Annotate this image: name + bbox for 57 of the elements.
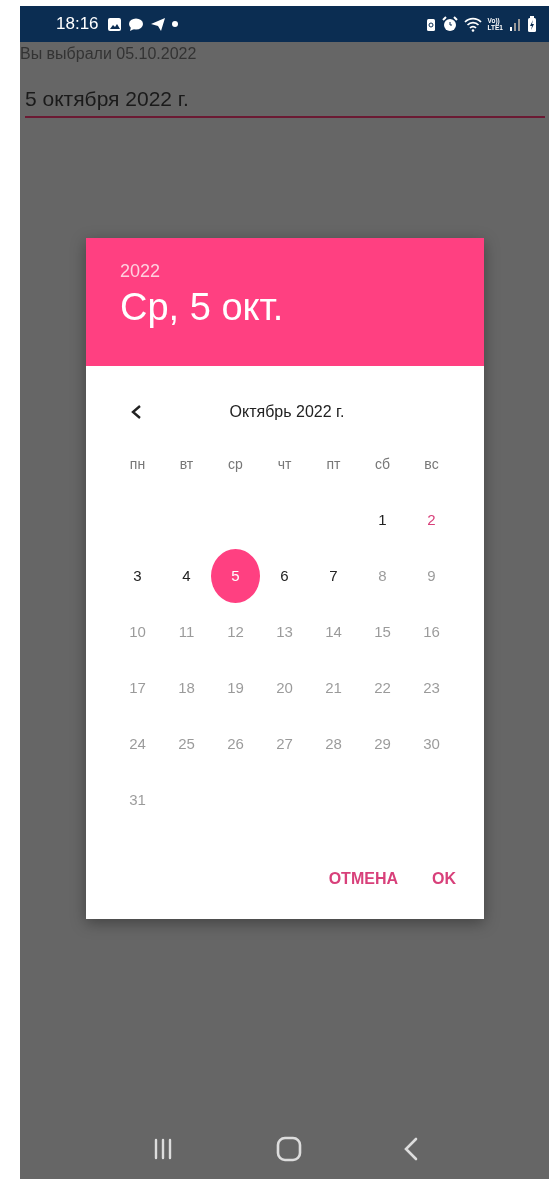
wifi-icon [463, 16, 482, 32]
day-cell[interactable]: 6 [260, 549, 309, 603]
weekday-label: пт [326, 454, 341, 474]
day-cell[interactable]: 4 [162, 549, 211, 603]
day-cell-text: 21 [324, 677, 343, 698]
day-cell-text: 30 [422, 733, 441, 754]
day-cell-text: 20 [275, 677, 294, 698]
weekday-label: ср [228, 454, 243, 474]
signal-icon [509, 17, 521, 31]
date-field[interactable]: 5 октября 2022 г. [25, 86, 545, 118]
weekday-label: вс [424, 454, 439, 474]
day-cell-text: 12 [226, 621, 245, 642]
weekday-label: сб [375, 454, 390, 474]
day-cell[interactable]: 7 [309, 549, 358, 603]
day-cell-text: 17 [128, 677, 147, 698]
day-cell[interactable]: 1 [358, 493, 407, 547]
day-cell-text: 25 [177, 733, 196, 754]
chat-bubble-icon [127, 16, 144, 32]
day-cell-text: 8 [377, 565, 388, 586]
selected-date-label: Ср, 5 окт. [120, 285, 285, 330]
back-icon[interactable] [402, 1137, 419, 1161]
ok-button[interactable]: OK [422, 861, 466, 897]
weekday-label: вт [179, 454, 194, 474]
day-cell-text: 10 [128, 621, 147, 642]
day-cell-text: 23 [422, 677, 441, 698]
battery-icon [527, 16, 537, 32]
day-cell-text: 26 [226, 733, 245, 754]
day-cell-text: 28 [324, 733, 343, 754]
day-cell-text: 16 [422, 621, 441, 642]
chevron-left-icon[interactable] [130, 404, 142, 420]
cancel-button[interactable]: ОТМЕНА [318, 861, 408, 897]
alarm-icon [441, 16, 458, 32]
image-icon [106, 16, 122, 32]
clock-time: 18:16 [56, 13, 99, 36]
day-cell-text: 31 [128, 789, 147, 810]
dot-icon [171, 21, 178, 27]
weekday-label: чт [277, 454, 292, 474]
day-cell-text: 24 [128, 733, 147, 754]
day-cell[interactable]: 2 [407, 493, 456, 547]
day-cell-text: 15 [373, 621, 392, 642]
home-icon[interactable] [275, 1136, 302, 1162]
day-cell-text: 22 [373, 677, 392, 698]
day-cell[interactable]: 5 [211, 549, 260, 603]
day-cell[interactable]: 3 [113, 549, 162, 603]
battery-saver-icon [425, 16, 436, 32]
month-label: Октябрь 2022 г. [228, 402, 346, 422]
day-cell-text: 14 [324, 621, 343, 642]
day-cell-text: 9 [426, 565, 437, 586]
weekday-label: пн [129, 454, 146, 474]
day-cell-text: 29 [373, 733, 392, 754]
day-cell-text: 27 [275, 733, 294, 754]
day-cell-text: 13 [275, 621, 294, 642]
day-cell-text: 11 [177, 621, 196, 642]
year-label[interactable]: 2022 [120, 260, 450, 282]
send-icon [149, 16, 166, 32]
day-cell-text: 19 [226, 677, 245, 698]
day-cell-text: 18 [177, 677, 196, 698]
